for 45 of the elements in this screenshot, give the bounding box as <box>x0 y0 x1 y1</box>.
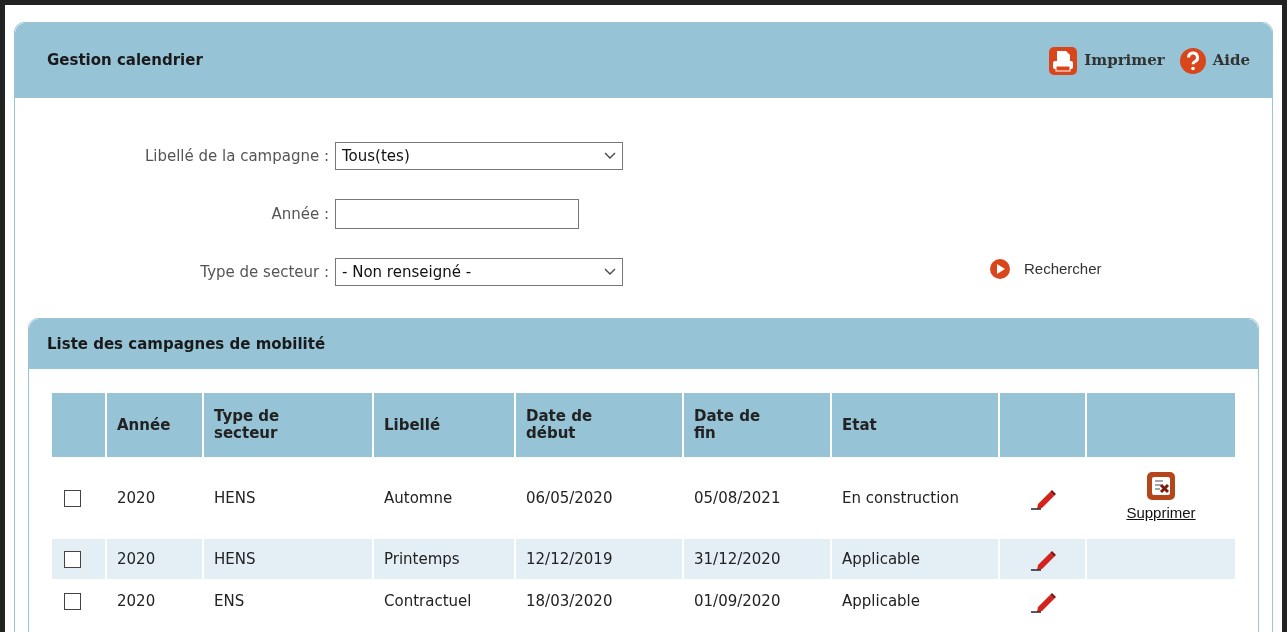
delete-icon <box>1146 471 1176 502</box>
table-cell: Automne <box>384 488 453 507</box>
field-label: Libellé de la campagne : <box>143 145 329 167</box>
help-button[interactable]: Aide <box>1178 46 1250 75</box>
panel-title: Gestion calendrier <box>47 50 203 72</box>
play-icon <box>990 259 1010 280</box>
table-cell: 2020 <box>117 549 156 568</box>
table-cell: HENS <box>214 488 256 507</box>
column-header: Date de début <box>516 393 682 457</box>
table-cell: 2020 <box>117 591 156 610</box>
delete-button[interactable]: Supprimer <box>1126 471 1196 525</box>
checkbox[interactable] <box>64 592 81 610</box>
search-button[interactable]: Rechercher <box>990 258 1102 281</box>
table-cell: Printemps <box>384 549 460 568</box>
print-button[interactable]: Imprimer <box>1048 45 1165 76</box>
field-label: Type de secteur : <box>199 261 329 283</box>
chevron-down-icon <box>604 152 616 160</box>
input-field[interactable] <box>335 199 579 229</box>
table-cell-text: Applicable <box>842 591 921 611</box>
checkbox[interactable] <box>64 489 81 507</box>
dropdown[interactable]: - Non renseigné - <box>335 258 623 286</box>
table-cell: 2020 <box>117 488 156 507</box>
table-cell: 05/08/2021 <box>694 488 781 507</box>
table-cell: HENS <box>214 549 256 568</box>
column-header: Date de fin <box>684 393 830 457</box>
printer-icon <box>1048 45 1079 76</box>
help-icon <box>1178 46 1207 75</box>
field-label: Année : <box>270 203 329 225</box>
column-header: Type de secteur <box>204 393 372 457</box>
checkbox[interactable] <box>64 550 81 568</box>
table-cell: 06/05/2020 <box>526 488 613 507</box>
table-cell: En construction <box>842 488 960 508</box>
table-cell: Contractuel <box>384 591 472 610</box>
list-title: Liste des campagnes de mobilité <box>47 333 326 355</box>
table-cell: 18/03/2020 <box>526 591 613 610</box>
table-cell: 01/09/2020 <box>694 591 781 610</box>
column-header: Libellé <box>374 393 514 457</box>
table-cell: ENS <box>214 591 245 610</box>
column-header: Etat <box>832 393 998 457</box>
table-cell-text: Applicable <box>842 549 921 569</box>
table-cell: 31/12/2020 <box>694 549 781 568</box>
dropdown[interactable]: Tous(tes) <box>335 142 623 170</box>
column-header: Année <box>107 393 202 457</box>
table-cell: 12/12/2019 <box>526 549 613 568</box>
chevron-down-icon <box>604 268 616 276</box>
